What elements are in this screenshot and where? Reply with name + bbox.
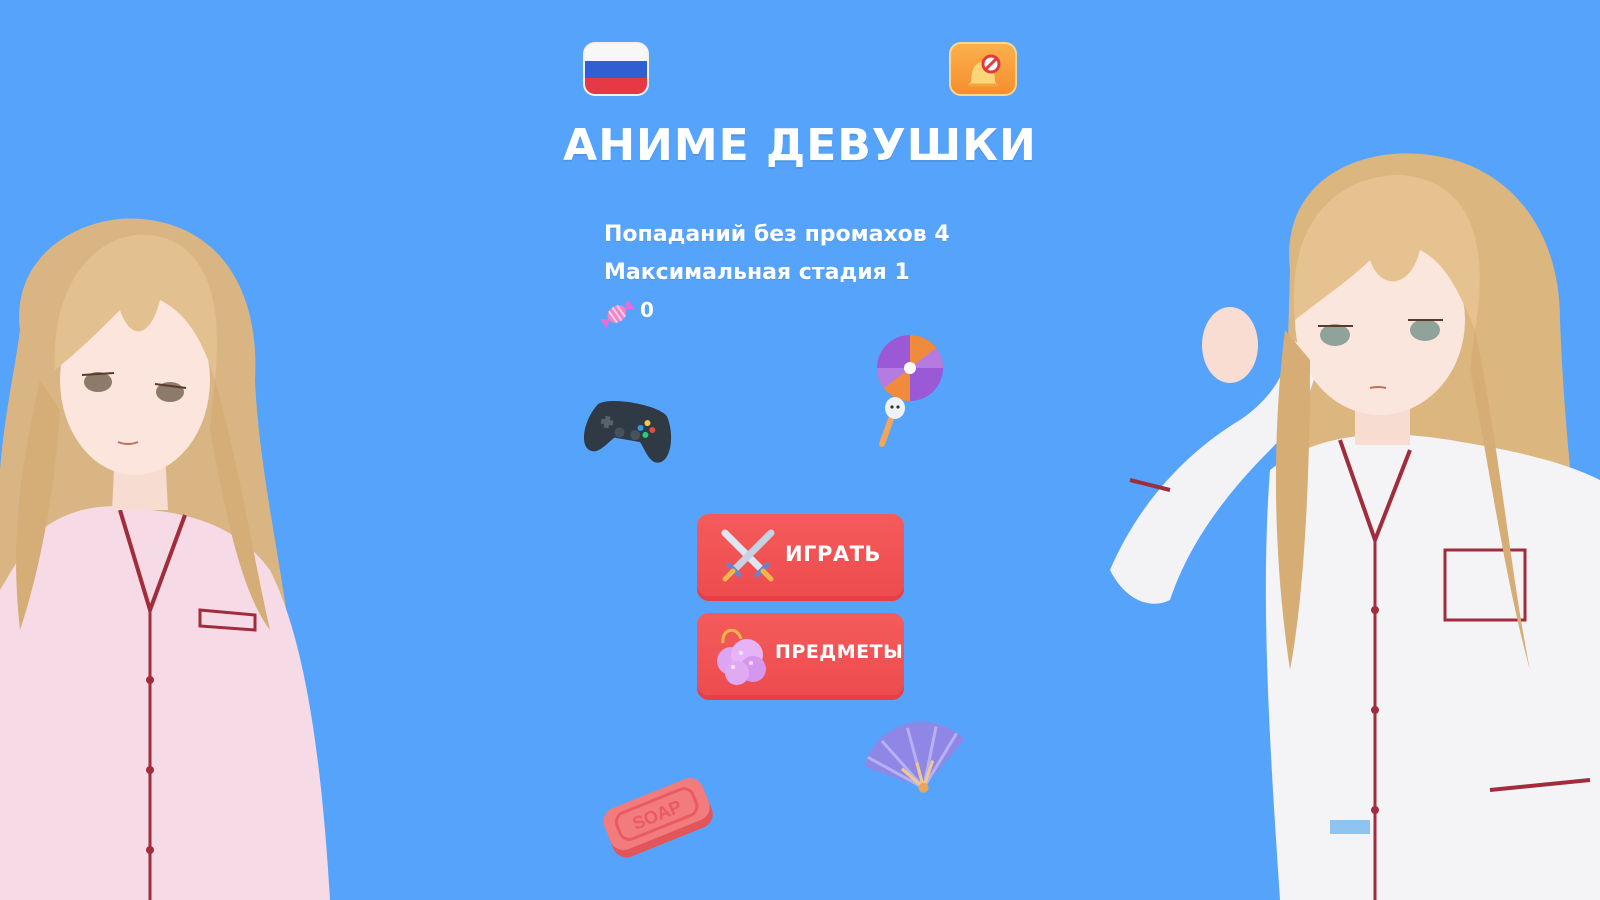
hand-fan-icon — [866, 722, 965, 793]
russia-flag-icon — [585, 44, 647, 94]
candy-count: 0 — [640, 298, 654, 322]
stage-stat: Максимальная стадия 1 — [604, 260, 910, 285]
sponge-icon — [717, 628, 766, 685]
no-ads-bell-icon — [968, 54, 1001, 87]
language-button[interactable] — [583, 42, 649, 96]
play-button-label: ИГРАТЬ — [785, 542, 881, 566]
soap-icon: SOAP — [603, 778, 713, 858]
anime-girl-right — [1110, 153, 1600, 900]
items-button[interactable]: ПРЕДМЕТЫ — [697, 613, 904, 695]
streak-stat: Попаданий без промахов 4 — [604, 222, 950, 247]
lollipop-icon — [877, 335, 943, 447]
gamepad-icon — [584, 401, 672, 463]
play-button[interactable]: ИГРАТЬ — [697, 514, 904, 596]
crossed-swords-icon — [721, 529, 775, 582]
candy-icon — [599, 299, 635, 329]
game-title: АНИМЕ ДЕВУШКИ — [563, 120, 1037, 171]
anime-girl-left — [0, 218, 330, 900]
items-button-label: ПРЕДМЕТЫ — [775, 641, 904, 663]
no-ads-button[interactable] — [949, 42, 1017, 96]
